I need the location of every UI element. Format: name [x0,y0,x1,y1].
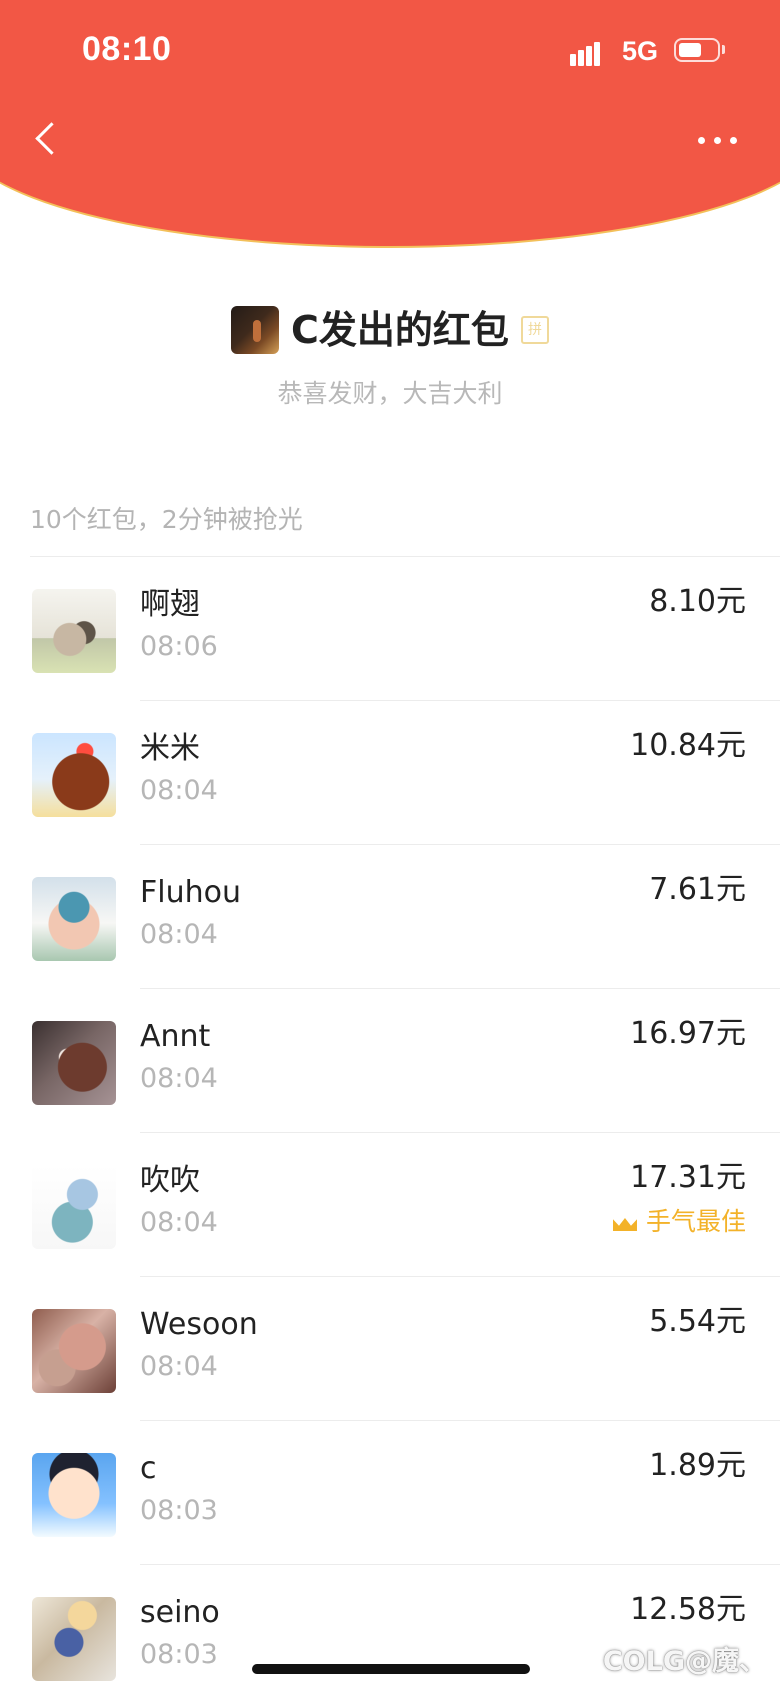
back-icon[interactable] [28,114,72,164]
avatar [32,589,116,673]
home-indicator [252,1664,530,1674]
pin-tag: 拼 [520,316,549,344]
recipient-name: Wesoon [140,1307,258,1342]
red-packet-detail-screen: 08:10 5G C发出的红包 拼 恭喜发财，大吉大利 10个红包，2分钟被抢光 [0,0,780,1688]
sender-avatar [231,306,280,354]
network-label: 5G [622,36,659,66]
recipient-time: 08:04 [140,919,218,950]
status-time: 08:10 [82,30,172,68]
recipient-name: 吹吹 [140,1163,200,1198]
recipient-time: 08:03 [140,1639,218,1670]
recipient-time: 08:06 [140,631,218,662]
recipient-amount: 1.89元 [649,1448,746,1483]
recipient-amount: 10.84元 [630,728,746,763]
recipient-time: 08:04 [140,1063,218,1094]
recipient-name: 米米 [140,731,200,766]
recipient-row[interactable]: 啊翅 08:06 8.10元 [0,557,780,701]
sender-info: C发出的红包 拼 [231,306,549,354]
signal-icon [570,40,608,66]
summary-text: 10个红包，2分钟被抢光 [30,505,303,534]
recipient-list: 啊翅 08:06 8.10元 米米 08:04 10.84元 Fluhou 08… [0,557,780,1688]
best-luck-label: 手气最佳 [645,1207,746,1236]
avatar [32,1453,116,1537]
recipient-amount: 5.54元 [649,1304,746,1339]
recipient-row[interactable]: 米米 08:04 10.84元 [0,701,780,845]
recipient-row[interactable]: Fluhou 08:04 7.61元 [0,845,780,989]
battery-tip [722,45,725,54]
avatar [32,1021,116,1105]
recipient-row[interactable]: Annt 08:04 16.97元 [0,989,780,1133]
avatar [32,1309,116,1393]
recipient-amount: 16.97元 [630,1016,746,1051]
avatar [32,733,116,817]
sender-row: C发出的红包 拼 [0,306,780,364]
recipient-row[interactable]: Wesoon 08:04 5.54元 [0,1277,780,1421]
greeting-text: 恭喜发财，大吉大利 [277,379,503,408]
recipient-name: seino [140,1595,220,1630]
avatar [32,1165,116,1249]
recipient-row[interactable]: c 08:03 1.89元 [0,1421,780,1565]
recipient-amount: 8.10元 [649,584,746,619]
avatar [32,1597,116,1681]
battery-icon [674,38,720,62]
battery-fill [679,43,701,57]
recipient-name: 啊翅 [140,587,200,622]
recipient-amount: 17.31元 [630,1160,746,1195]
best-luck-badge: 手气最佳 [612,1205,746,1239]
recipient-time: 08:04 [140,775,218,806]
recipient-row[interactable]: 吹吹 08:04 17.31元 手气最佳 [0,1133,780,1277]
crown-icon [612,1211,638,1233]
recipient-name: Fluhou [140,875,241,910]
recipient-time: 08:03 [140,1495,218,1526]
more-icon[interactable] [698,120,746,160]
status-bar: 08:10 5G [0,0,780,104]
recipient-time: 08:04 [140,1207,218,1238]
recipient-amount: 12.58元 [630,1592,746,1627]
navigation-bar [0,104,780,172]
recipient-name: Annt [140,1019,211,1054]
sender-title: C发出的红包 [291,308,509,352]
watermark: COLG@魔、 [602,1646,766,1677]
recipient-amount: 7.61元 [649,872,746,907]
recipient-time: 08:04 [140,1351,218,1382]
recipient-name: c [140,1451,157,1486]
avatar [32,877,116,961]
